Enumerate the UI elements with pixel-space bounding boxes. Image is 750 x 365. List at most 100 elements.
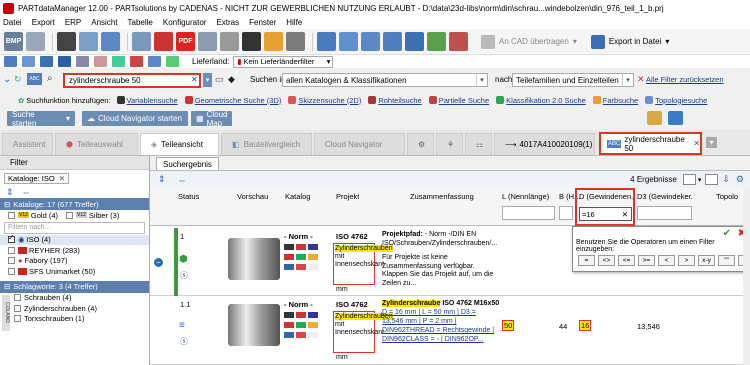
op-gte-button[interactable]: >= xyxy=(638,255,655,266)
tools-icon[interactable] xyxy=(286,32,305,51)
icon-i[interactable] xyxy=(148,56,161,67)
col-projekt[interactable]: Projekt xyxy=(336,192,359,201)
icon-b[interactable] xyxy=(22,56,35,67)
refresh-icon[interactable]: ↻ xyxy=(14,74,22,85)
export-icon[interactable]: ⇩ xyxy=(722,174,730,185)
tab-bauteilvergleich[interactable]: ◧ Bauteilvergleich xyxy=(221,133,312,155)
list-view-icon[interactable] xyxy=(682,174,696,185)
search-input[interactable]: zylinderschraube 50 xyxy=(63,73,201,88)
sfs-checkbox[interactable] xyxy=(8,267,15,275)
catalog-fabory[interactable]: ● Fabory (197) xyxy=(0,256,149,267)
catalog-sfs[interactable]: SFS Unimarket (50) xyxy=(0,266,149,277)
icon-c[interactable] xyxy=(40,56,53,67)
filter-b-input[interactable] xyxy=(559,206,573,220)
menu-export[interactable]: Export xyxy=(32,18,55,27)
function-variable-search[interactable]: Variablensuche xyxy=(116,96,178,105)
cloud-map-button[interactable]: ▦ Cloud Map xyxy=(191,110,232,128)
clear-icon[interactable]: ✕ xyxy=(191,75,198,84)
icon-d[interactable] xyxy=(58,56,71,67)
keyword-torxschrauben[interactable]: Torxschrauben (1) xyxy=(0,314,149,325)
keyword-zylinderschrauben[interactable]: Zylinderschrauben (4) xyxy=(0,303,149,314)
clear-filter-icon[interactable]: ✕ xyxy=(622,210,628,219)
screw-preview-image[interactable] xyxy=(228,304,280,346)
collapse-all-icon[interactable]: ⇕ xyxy=(158,174,166,185)
menu-hilfe[interactable]: Hilfe xyxy=(286,18,302,27)
abc-icon[interactable]: ABC xyxy=(27,73,42,85)
menu-datei[interactable]: Datei xyxy=(3,18,22,27)
collapse-row-icon[interactable]: − xyxy=(154,258,163,267)
tab-assistent[interactable]: Assistent xyxy=(2,133,53,155)
apply-icon[interactable]: ✔ xyxy=(723,228,731,239)
object-type-select[interactable]: Teilefamilien und Einzelteilen ▾ xyxy=(512,73,634,87)
tab-menu-button[interactable]: ▾ xyxy=(706,137,717,148)
tab-icon-b[interactable]: ⚘ xyxy=(436,133,463,155)
kw2-checkbox[interactable] xyxy=(14,304,21,312)
catalog-section[interactable]: ⊟ Kataloge: 17 (677 Treffer) xyxy=(0,198,149,210)
col-vorschau[interactable]: Vorschau xyxy=(237,192,268,201)
col-status[interactable]: Status xyxy=(178,192,199,201)
menu-extras[interactable]: Extras xyxy=(216,18,239,27)
icon-h[interactable] xyxy=(130,56,143,67)
op-lte-button[interactable]: <= xyxy=(618,255,635,266)
op-equals-button[interactable]: = xyxy=(578,255,595,266)
cloud-navigator-button[interactable]: ☁ Cloud Navigator starten xyxy=(82,111,188,126)
tab-search-result[interactable]: ABC zylinderschraube 50 ✕ xyxy=(599,132,702,155)
globe-icon[interactable] xyxy=(668,111,683,125)
col-topology[interactable]: Topolo xyxy=(716,192,738,201)
kw1-checkbox[interactable] xyxy=(14,294,21,302)
value-b[interactable]: 44 xyxy=(559,322,567,331)
close-icon[interactable]: ✕ xyxy=(59,174,65,183)
op-not-equal-button[interactable]: <> xyxy=(598,255,615,266)
function-topology-search[interactable]: Topologiesuche xyxy=(645,96,707,105)
barcode-icon[interactable] xyxy=(242,32,261,51)
mail-icon[interactable] xyxy=(154,32,173,51)
settings-icon[interactable]: ⚙ xyxy=(736,174,744,185)
check-icon[interactable] xyxy=(427,32,446,51)
op-empty-button[interactable]: "" xyxy=(718,255,735,266)
op-gt-button[interactable]: > xyxy=(678,255,695,266)
tab-icon-c[interactable]: ⚏ xyxy=(465,133,492,155)
export-file-button[interactable]: Export in Datei ▾ xyxy=(587,32,673,51)
tab-teileauswahl[interactable]: ⬢ Teileauswahl xyxy=(55,133,138,155)
menu-erp[interactable]: ERP xyxy=(65,18,81,27)
col-d3[interactable]: D3 (Gewindeker... xyxy=(637,192,693,201)
function-raw-part-search[interactable]: Rohteilsuche xyxy=(368,96,422,105)
tab-part-number[interactable]: ⟶4017A410020109(1)✕ xyxy=(494,133,604,155)
menu-tabelle[interactable]: Tabelle xyxy=(128,18,153,27)
table-row[interactable]: 1.1 ≡ ⓢ - Norm - ISO 4762 Zylinderschrau… xyxy=(150,296,750,365)
view-icon[interactable] xyxy=(79,32,98,51)
icon-e[interactable] xyxy=(76,56,89,67)
window-icon[interactable] xyxy=(132,32,151,51)
stop-icon[interactable] xyxy=(449,32,468,51)
function-geometric-search[interactable]: Geometrische Suche (3D) xyxy=(184,96,281,105)
measure-icon[interactable] xyxy=(339,32,358,51)
catalog-filter-chip[interactable]: Kataloge: ISO ✕ xyxy=(4,172,70,184)
image-icon[interactable] xyxy=(26,32,45,51)
iso-checkbox[interactable] xyxy=(8,233,15,244)
menu-icon[interactable]: ≡ xyxy=(179,320,185,331)
col-katalog[interactable]: Katalog xyxy=(285,192,310,201)
op-range-button[interactable]: x-y xyxy=(698,255,715,266)
history-icon[interactable]: ▭ xyxy=(215,74,224,85)
reset-filters-link[interactable]: Alle Filter zurücksetzen xyxy=(646,75,724,84)
filter-d3-input[interactable] xyxy=(637,206,692,220)
calculator-icon[interactable] xyxy=(220,32,239,51)
value-d3[interactable]: 13,546 xyxy=(637,322,660,331)
screw-preview-image[interactable] xyxy=(228,238,280,280)
print-icon[interactable] xyxy=(198,32,217,51)
tab-teileansicht[interactable]: ◈ Teileansicht xyxy=(140,133,219,155)
traffic-light-icon[interactable] xyxy=(57,32,76,51)
icon-a[interactable] xyxy=(4,56,17,67)
expand-all-icon[interactable]: ⇔ xyxy=(178,175,187,185)
function-sketch-search[interactable]: Skizzensuche (2D) xyxy=(288,96,361,105)
grid-icon[interactable] xyxy=(101,32,120,51)
scope-select[interactable]: allen Katalogen & Klassifikationen ▾ xyxy=(282,73,488,87)
col-d[interactable]: D (Gewindenen... xyxy=(579,192,634,201)
menu-ansicht[interactable]: Ansicht xyxy=(91,18,117,27)
gear-icon[interactable] xyxy=(264,32,283,51)
icon-f[interactable] xyxy=(94,56,107,67)
col-l[interactable]: L (Nennlänge) xyxy=(502,192,549,201)
tab-icon-a[interactable]: ⚙ xyxy=(407,133,434,155)
expand-all-icon[interactable]: ⇕ xyxy=(6,187,14,198)
function-color-search[interactable]: Farbsuche xyxy=(592,96,638,105)
